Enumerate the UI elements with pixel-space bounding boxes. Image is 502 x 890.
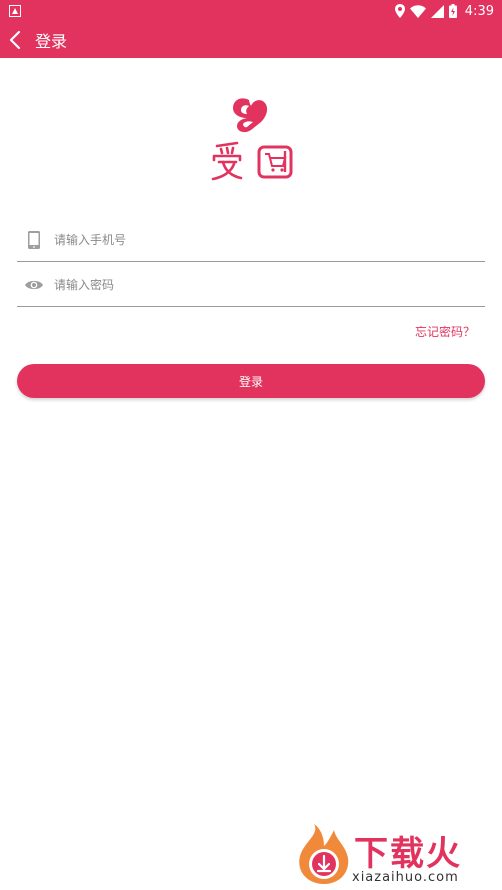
phone-icon [24, 230, 44, 250]
signal-icon [430, 4, 444, 18]
watermark: 下载火 xiazaihuo.com [294, 822, 500, 888]
phone-field[interactable] [17, 218, 485, 262]
status-bar: 4:39 [0, 0, 502, 22]
location-icon [394, 4, 405, 18]
password-field[interactable] [17, 263, 485, 307]
wifi-icon [409, 4, 426, 18]
page-title: 登录 [35, 32, 68, 51]
login-button[interactable]: 登录 [17, 364, 485, 398]
flame-logo-icon [299, 824, 349, 884]
app-bar: 登录 [0, 22, 502, 58]
back-button[interactable] [0, 22, 30, 58]
eye-icon[interactable] [24, 275, 44, 295]
status-time: 4:39 [464, 3, 494, 19]
notification-icon [9, 5, 21, 17]
phone-input[interactable] [54, 232, 454, 247]
status-icons: 4:39 [394, 2, 494, 20]
forgot-password-link[interactable]: 忘记密码？ [415, 323, 475, 340]
watermark-url: xiazaihuo.com [352, 870, 459, 885]
watermark-text: 下载火 [354, 834, 462, 874]
heart-logo-icon [211, 98, 293, 181]
battery-icon [448, 4, 457, 18]
password-input[interactable] [54, 277, 454, 292]
chevron-left-icon [9, 31, 21, 49]
app-logo [203, 96, 299, 186]
